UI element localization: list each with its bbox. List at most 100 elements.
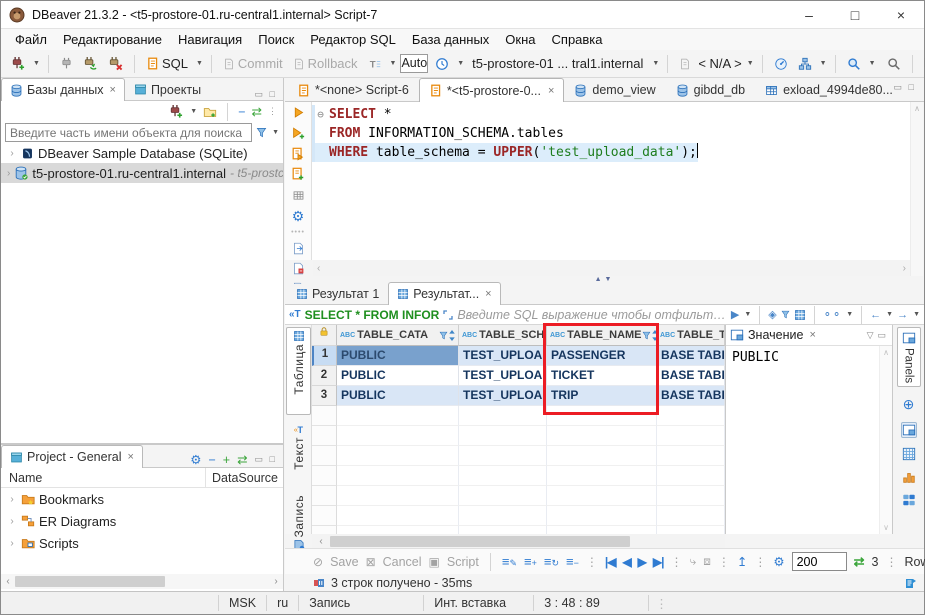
tab-close-icon[interactable]: ×: [485, 288, 491, 300]
filter-funnel-icon[interactable]: [256, 127, 267, 138]
editor-tab-none-script-6[interactable]: *<none> Script-6: [287, 78, 419, 101]
refresh-icon[interactable]: ⇄: [854, 554, 865, 570]
add-row-icon[interactable]: ≡+: [524, 554, 537, 569]
filter-dropdown-icon[interactable]: ▼: [272, 129, 279, 136]
execute-script-icon[interactable]: [291, 146, 305, 161]
grid-row-3[interactable]: 3PUBLICTEST_UPLOAD_DATTRIPBASE TABLE: [312, 386, 725, 406]
associations-dropdown-icon[interactable]: ▼: [846, 311, 853, 318]
expand-chevron-icon[interactable]: ›: [7, 538, 17, 549]
menu-sql-editor[interactable]: Редактор SQL: [302, 30, 404, 49]
tab-базы-данных[interactable]: Базы данных×: [1, 78, 125, 101]
grid-settings-gear-icon[interactable]: ⚙: [773, 554, 784, 569]
grid-hscrollbar[interactable]: ‹: [312, 534, 725, 548]
active-database-button[interactable]: [676, 56, 694, 72]
tab-проекты[interactable]: Проекты: [125, 78, 210, 100]
column-header-table-ty[interactable]: ABCTABLE_TY: [657, 325, 725, 346]
column-filter-sort-icons[interactable]: [439, 330, 456, 341]
project-item-er-diagrams[interactable]: ›ER Diagrams: [1, 510, 283, 532]
editor-tab-gibdd-db[interactable]: gibdd_db: [666, 78, 755, 101]
nav-new-connection-dropdown-icon[interactable]: ▼: [190, 108, 197, 115]
scrollbar-thumb[interactable]: [15, 576, 165, 587]
metadata-panel-icon[interactable]: ⊕: [903, 396, 915, 413]
tab-close-icon[interactable]: ×: [127, 451, 133, 463]
export-from-query-icon[interactable]: [292, 241, 305, 255]
editor-hscrollbar[interactable]: ‹›: [313, 260, 910, 276]
project-column-datasource[interactable]: DataSource: [206, 471, 278, 485]
cell-r2c3[interactable]: TICKET: [547, 366, 657, 386]
filter-input-placeholder[interactable]: Введите SQL выражение чтобы отфильтроват…: [457, 308, 727, 322]
menu-help[interactable]: Справка: [544, 30, 611, 49]
perspective-dbeaver-button[interactable]: [921, 54, 925, 73]
cell-r1c3[interactable]: PASSENGER: [547, 346, 657, 366]
side-tab-таблица[interactable]: Таблица: [286, 327, 311, 415]
grid-row-1[interactable]: 1PUBLICTEST_UPLOAD_DATPASSENGERBASE TABL…: [312, 346, 725, 366]
cell-r3c3[interactable]: TRIP: [547, 386, 657, 406]
filter-history-icon[interactable]: ▼: [744, 311, 751, 318]
row-number-cell[interactable]: 1: [312, 346, 337, 366]
project-minmax-icons[interactable]: ▭ □: [255, 454, 277, 465]
results-tab-результат[interactable]: Результат...×: [388, 282, 500, 305]
new-connection-button[interactable]: [7, 54, 28, 73]
next-row-icon[interactable]: ▶: [638, 555, 646, 569]
maximize-button[interactable]: □: [832, 1, 878, 29]
nav-view-menu-icon[interactable]: ⋮: [268, 106, 277, 117]
funnel-settings-icon[interactable]: [781, 310, 790, 319]
grid-corner-lock-cell[interactable]: [312, 325, 337, 346]
expand-chevron-icon[interactable]: ›: [7, 168, 10, 179]
tab-project-general[interactable]: Project - General×: [1, 445, 143, 468]
caret-position-field[interactable]: 3 : 48 : 89: [534, 595, 649, 611]
sql-menu-button[interactable]: SQL: [143, 54, 191, 73]
rollback-button[interactable]: Rollback: [290, 54, 361, 73]
new-result-tab-icon[interactable]: [794, 309, 806, 321]
database-dropdown-icon[interactable]: ▼: [747, 60, 754, 67]
clear-filter-icon[interactable]: ◈: [768, 308, 776, 321]
filter-apply-icon[interactable]: ▶: [731, 308, 739, 321]
code-line-3[interactable]: WHERE table_schema = UPPER('test_upload_…: [312, 143, 923, 162]
cell-r1c1[interactable]: PUBLIC: [337, 346, 459, 366]
transaction-log-button[interactable]: [432, 55, 452, 73]
edit-cell-icon[interactable]: ≡✎: [502, 554, 517, 569]
scroll-left-icon[interactable]: ‹: [1, 576, 15, 587]
project-expand-icon[interactable]: +: [223, 453, 230, 467]
value-viewer-panel-icon[interactable]: [901, 422, 917, 438]
insert-mode-field[interactable]: Инт. вставка: [424, 595, 534, 611]
tab-close-icon[interactable]: ×: [548, 85, 554, 97]
editor-minmax-icons[interactable]: ▭ □: [894, 82, 916, 93]
transaction-log-dropdown-icon[interactable]: ▼: [457, 60, 464, 67]
tree-item-dbeaver-sample-database-sqlite[interactable]: ›DBeaver Sample Database (SQLite): [1, 143, 283, 163]
expand-filter-icon[interactable]: [443, 310, 453, 320]
execute-new-tab-icon[interactable]: [291, 125, 305, 140]
menu-window[interactable]: Окна: [497, 30, 543, 49]
menu-file[interactable]: Файл: [7, 30, 55, 49]
project-item-scripts[interactable]: ›Scripts: [1, 532, 283, 554]
connect-button[interactable]: [57, 55, 76, 72]
sql-menu-dropdown-icon[interactable]: ▼: [196, 60, 203, 67]
project-settings-gear-icon[interactable]: ⚙: [190, 452, 201, 467]
cell-r2c1[interactable]: PUBLIC: [337, 366, 459, 386]
value-panel-tab-label[interactable]: Значение: [748, 328, 803, 342]
minimize-button[interactable]: –: [786, 1, 832, 29]
txn-auto-combo[interactable]: Auto: [400, 54, 428, 73]
network-profile-button[interactable]: [795, 55, 815, 73]
value-panel-scrollbar[interactable]: ∧∨: [879, 346, 892, 534]
cancel-button[interactable]: Cancel: [383, 555, 422, 569]
back-icon[interactable]: ←: [870, 309, 881, 321]
code-line-2[interactable]: FROM INFORMATION_SCHEMA.tables: [312, 124, 923, 143]
back-dropdown-icon[interactable]: ▼: [886, 311, 893, 318]
expand-chevron-icon[interactable]: ›: [7, 494, 17, 505]
commit-button[interactable]: Commit: [220, 54, 286, 73]
cell-r3c2[interactable]: TEST_UPLOAD_DAT: [459, 386, 547, 406]
fetch-all-icon[interactable]: ⧈: [703, 554, 711, 569]
menu-search[interactable]: Поиск: [250, 30, 302, 49]
active-connection-selector[interactable]: t5-prostore-01 ... tral1.internal: [468, 56, 647, 71]
value-panel-menu-icon[interactable]: ▽: [867, 330, 874, 341]
transaction-mode-button[interactable]: T: [365, 55, 385, 73]
duplicate-row-icon[interactable]: ≡↻: [544, 554, 559, 569]
menu-navigation[interactable]: Навигация: [170, 30, 250, 49]
value-panel-minimize-icon[interactable]: ▭: [877, 330, 888, 341]
language-field[interactable]: ru: [267, 595, 299, 611]
row-number-cell[interactable]: 2: [312, 366, 337, 386]
search-metadata-button[interactable]: [844, 55, 864, 73]
notifications-icon[interactable]: [904, 576, 918, 590]
tree-item-t5-prostore-01-ru-central1-internal[interactable]: ›t5-prostore-01.ru-central1.internal - t…: [1, 163, 283, 183]
